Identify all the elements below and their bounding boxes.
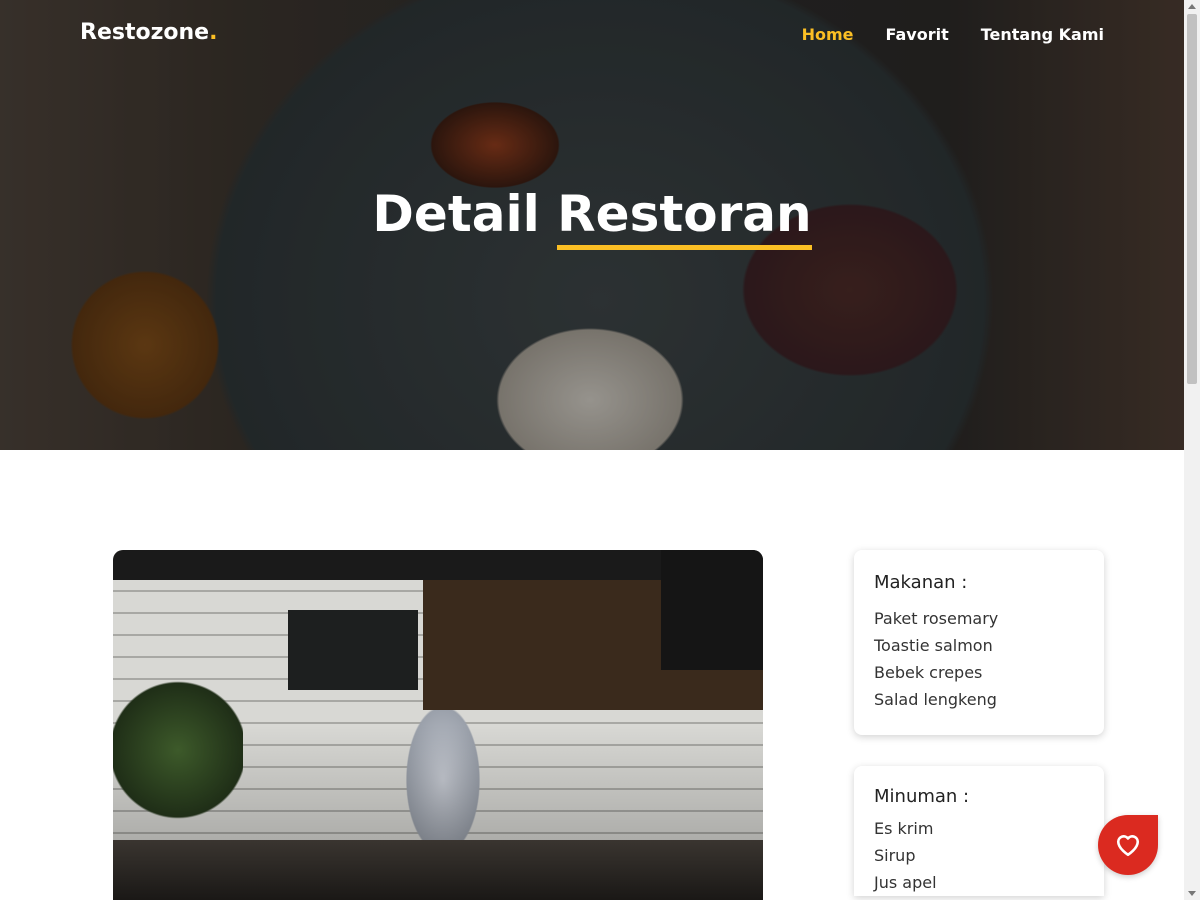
drink-item: Es krim <box>874 819 934 838</box>
title-underlined: Restoran <box>557 185 812 250</box>
title-part: Detail <box>372 185 558 243</box>
nav-home[interactable]: Home <box>802 25 854 44</box>
food-menu-card: Makanan : Paket rosemary Toastie salmon … <box>854 550 1104 735</box>
favorite-button[interactable] <box>1098 815 1158 875</box>
nav-favorit[interactable]: Favorit <box>886 25 949 44</box>
food-item: Paket rosemary <box>874 609 999 628</box>
restaurant-image <box>113 550 763 900</box>
nav-menu: Home Favorit Tentang Kami <box>802 25 1104 44</box>
logo-text: Restozone <box>80 20 210 45</box>
navbar: Restozone. Home Favorit Tentang Kami <box>0 0 1184 70</box>
scroll-down-arrow[interactable] <box>1188 891 1196 896</box>
food-menu-title: Makanan : <box>874 572 968 593</box>
scroll-up-arrow[interactable] <box>1188 4 1196 9</box>
page-title: Detail Restoran <box>0 185 1184 250</box>
heart-icon <box>1116 835 1140 857</box>
drink-menu-title: Minuman : <box>874 786 970 807</box>
logo[interactable]: Restozone. <box>80 20 217 45</box>
image-plant <box>113 680 243 820</box>
scrollbar[interactable] <box>1184 0 1200 900</box>
drink-menu-card: Minuman : Es krim Sirup Jus apel <box>854 766 1104 896</box>
scrollbar-thumb[interactable] <box>1187 14 1197 384</box>
food-item: Salad lengkeng <box>874 690 997 709</box>
image-menu-board <box>661 550 763 670</box>
image-counter <box>113 840 763 900</box>
image-menu-board <box>288 610 418 690</box>
food-item: Toastie salmon <box>874 636 993 655</box>
food-item: Bebek crepes <box>874 663 983 682</box>
drink-item: Jus apel <box>874 873 937 892</box>
nav-tentang-kami[interactable]: Tentang Kami <box>981 25 1104 44</box>
logo-dot: . <box>209 20 218 45</box>
drink-item: Sirup <box>874 846 916 865</box>
page: Restozone. Home Favorit Tentang Kami Det… <box>0 0 1184 900</box>
